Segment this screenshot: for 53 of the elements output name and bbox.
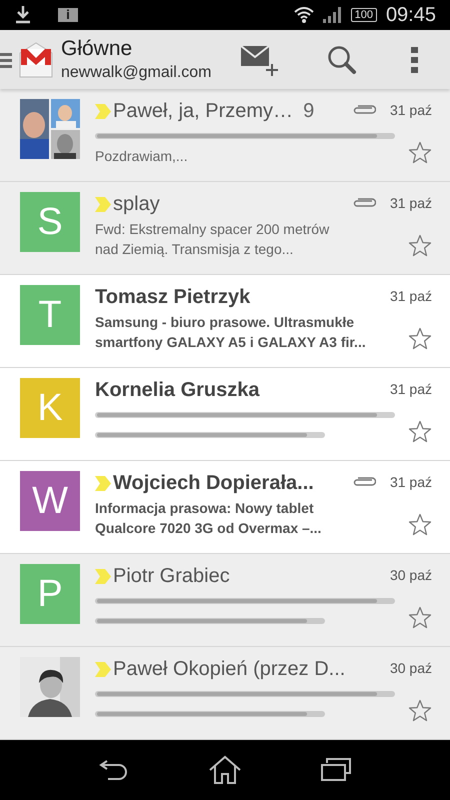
message-date: 30 paź: [390, 658, 432, 678]
star-icon[interactable]: [408, 606, 432, 629]
overflow-menu-icon[interactable]: [411, 46, 419, 72]
letter-avatar: T: [20, 285, 80, 345]
star-icon[interactable]: [408, 141, 432, 164]
sender-name: splay: [113, 192, 160, 217]
sender-name: Paweł Okopień (przez D...: [113, 657, 346, 682]
star-icon[interactable]: [408, 699, 432, 722]
wifi-icon: [294, 7, 314, 23]
battery-indicator: 100: [350, 8, 377, 22]
sender-name: Kornelia Gruszka: [95, 378, 260, 403]
message-snippet: Samsung - biuro prasowe. Ultrasmukłe: [95, 313, 356, 332]
message-snippet: Fwd: Ekstremalny spacer 200 metrów: [95, 220, 330, 239]
message-snippet: Qualcore 7020 3G od Overmax –...: [95, 519, 322, 538]
letter-avatar: S: [20, 192, 80, 252]
compose-icon[interactable]: [241, 44, 279, 76]
clock: 09:45: [386, 3, 436, 28]
thread-count: 9: [303, 99, 314, 124]
sender-name: Piotr Grabiec: [113, 564, 230, 589]
menu-icon[interactable]: [0, 50, 12, 68]
mail-logo-icon[interactable]: [18, 40, 54, 78]
search-icon[interactable]: [327, 44, 357, 74]
back-icon[interactable]: [99, 759, 130, 781]
letter-avatar: K: [20, 378, 80, 438]
sender-name: Tomasz Pietrzyk: [95, 285, 250, 310]
star-icon[interactable]: [408, 513, 432, 536]
message-row[interactable]: T Tomasz Pietrzyk Samsung - biuro prasowe. Ultrasmukłe smartfony GALAXY A5 i GALAXY A3 fir... 31 paź: [0, 275, 450, 368]
star-icon[interactable]: [408, 420, 432, 443]
app-title: Główne: [61, 36, 134, 62]
letter-avatar: P: [20, 564, 80, 624]
message-date: 31 paź: [390, 100, 432, 120]
star-icon[interactable]: [408, 327, 432, 350]
star-icon[interactable]: [408, 234, 432, 257]
message-date: 31 paź: [390, 472, 432, 492]
sender-name: Wojciech Dopierała...: [113, 471, 314, 496]
home-icon[interactable]: [208, 755, 242, 785]
message-snippet: smartfony GALAXY A5 i GALAXY A3 fir...: [95, 333, 367, 352]
message-date: 30 paź: [390, 566, 432, 585]
message-row[interactable]: K Kornelia Gruszka 31 paź: [0, 368, 450, 461]
signal-icon: [322, 7, 343, 23]
message-date: 31 paź: [390, 286, 432, 306]
message-date: 31 paź: [390, 380, 432, 399]
message-snippet: Informacja prasowa: Nowy tablet: [95, 499, 315, 518]
message-date: 31 paź: [390, 194, 432, 213]
message-snippet: Pozdrawiam,...: [95, 147, 189, 166]
sender-name: Paweł, ja, Przemy…: [113, 99, 294, 124]
account-email: newwalk@gmail.com: [61, 62, 212, 83]
download-icon: [14, 5, 32, 25]
recent-apps-icon[interactable]: [320, 758, 351, 782]
message-snippet: nad Ziemią. Transmisja z tego...: [95, 240, 294, 259]
message-row[interactable]: W Wojciech Dopierała... Informacja prasowa: Nowy tablet Qualcore 7020 3G od Overmax –... 31 paź: [0, 461, 450, 554]
info-card-icon: [58, 8, 78, 22]
letter-avatar: W: [20, 471, 80, 531]
